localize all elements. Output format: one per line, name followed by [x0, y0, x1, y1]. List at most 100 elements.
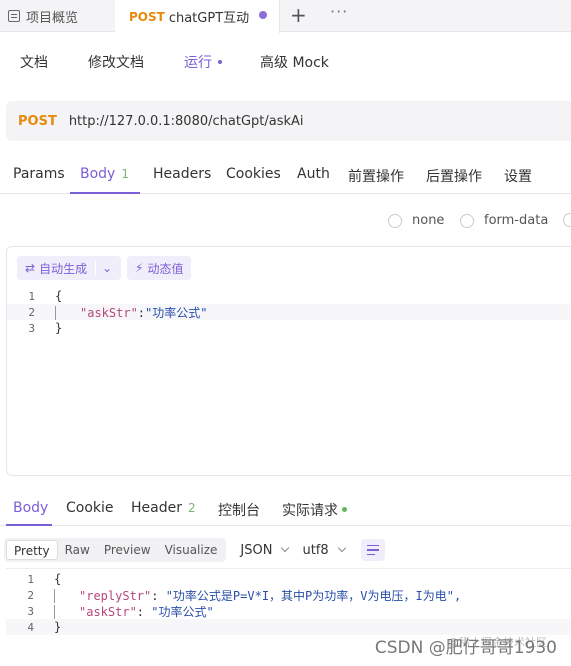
dynamic-value-button[interactable]: ⚡ 动态值 [127, 256, 192, 280]
radio-none-label: none [412, 213, 445, 228]
auto-generate-label: 自动生成 [39, 261, 88, 276]
code-line: 2 "askStr":"功率公式" [7, 304, 571, 320]
line-number: 1 [27, 572, 34, 586]
body-count-badge: 1 [121, 167, 129, 181]
resp-tab-header[interactable]: Header 2 [131, 500, 196, 516]
watermark: CSDN @肥仔哥哥1930 [374, 638, 557, 658]
radio-circle-icon [563, 213, 571, 227]
tab-title-label: chatGPT互动 [168, 11, 250, 26]
status-dot-icon [342, 507, 347, 512]
resp-tab-actual-label: 实际请求 [282, 503, 338, 519]
code-text: "askStr": "功率公式" [36, 603, 214, 620]
line-number: 3 [28, 321, 35, 335]
method-select[interactable]: POST [18, 114, 57, 129]
tab-method-label: POST [129, 9, 165, 24]
tab-auth[interactable]: Auth [297, 166, 330, 182]
code-text: } [54, 620, 62, 634]
format-type-value: JSON [240, 542, 273, 558]
radio-form-data[interactable]: form-data [460, 213, 548, 228]
resp-tab-cookie[interactable]: Cookie [66, 500, 114, 516]
encoding-select[interactable]: utf8 [302, 542, 346, 558]
encoding-value: utf8 [302, 542, 329, 558]
format-raw[interactable]: Raw [58, 540, 97, 560]
radio-none[interactable]: none [388, 213, 444, 228]
line-number: 3 [27, 604, 34, 618]
document-tab-bar: 项目概览 POST chatGPT互动 + ··· [0, 0, 571, 33]
active-tab-indicator [70, 192, 140, 194]
json-key: "askStr" [80, 305, 138, 320]
resp-tab-console[interactable]: 控制台 [218, 500, 260, 520]
unsaved-dot-icon [259, 11, 267, 19]
code-line: 2 "replyStr": "功率公式是P=V*I，其中P为功率，V为电压，I为… [6, 587, 571, 603]
dynamic-value-label: 动态值 [147, 261, 184, 276]
chevron-down-icon [337, 543, 346, 553]
tab-post-operation[interactable]: 后置操作 [426, 166, 482, 186]
active-dot-icon [218, 59, 222, 64]
resp-tab-body[interactable]: Body [13, 500, 48, 516]
line-number: 4 [27, 620, 34, 634]
tab-doc[interactable]: 文档 [20, 52, 48, 72]
code-line: 1 { [6, 571, 571, 587]
wrap-icon-line [366, 553, 375, 556]
request-tabs: Params Body 1 Headers Cookies Auth 前置操作 后… [0, 160, 571, 194]
code-line: 3 } [7, 320, 571, 336]
more-tabs-button[interactable]: ··· [330, 2, 348, 21]
tab-advanced-mock[interactable]: 高级 Mock [260, 52, 329, 72]
tab-headers[interactable]: Headers [153, 166, 211, 182]
response-active-indicator [6, 524, 52, 526]
tab-chatgpt-request[interactable]: POST chatGPT互动 [115, 0, 280, 33]
chevron-down-icon [281, 543, 290, 553]
tab-body[interactable]: Body 1 [80, 166, 129, 182]
tab-settings[interactable]: 设置 [504, 166, 532, 186]
overview-icon [8, 10, 20, 22]
tab-run-label: 运行 [184, 55, 212, 71]
line-number: 2 [27, 588, 34, 602]
format-type-select[interactable]: JSON [240, 542, 290, 558]
auto-generate-button[interactable]: ⇄ 自动生成 ⌄ [17, 256, 121, 280]
tab-params[interactable]: Params [13, 166, 65, 182]
tab-body-label: Body [80, 166, 116, 182]
tab-cookies[interactable]: Cookies [226, 166, 281, 182]
radio-more[interactable] [563, 213, 571, 227]
json-key: "askStr" [79, 604, 137, 619]
json-value: "功率公式" [151, 604, 214, 619]
add-tab-button[interactable]: + [290, 4, 307, 26]
api-mode-tabs: 文档 修改文档 运行 高级 Mock [0, 52, 571, 76]
format-preview[interactable]: Preview [97, 540, 158, 560]
code-text: "replyStr": "功率公式是P=V*I，其中P为功率，V为电压，I为电"… [36, 587, 461, 604]
code-text: { [54, 572, 62, 586]
resp-tab-header-label: Header [131, 500, 182, 516]
refresh-icon: ⇄ [25, 261, 36, 275]
code-text: } [55, 321, 63, 335]
json-value: "功率公式是P=V*I，其中P为功率，V为电压，I为电", [165, 588, 462, 603]
response-tabs: Body Cookie Header 2 控制台 实际请求 [0, 490, 571, 526]
tab-run[interactable]: 运行 [184, 52, 222, 72]
url-input[interactable]: http://127.0.0.1:8080/chatGpt/askAi [69, 114, 304, 129]
line-number: 1 [28, 289, 35, 303]
json-key: "replyStr" [79, 588, 152, 603]
wrap-lines-button[interactable] [360, 539, 385, 561]
code-text: "askStr":"功率公式" [37, 304, 207, 321]
tab-project-overview[interactable]: 项目概览 [0, 0, 115, 32]
radio-circle-icon [460, 213, 474, 228]
format-segmented-control: Pretty Raw Preview Visualize [4, 538, 227, 562]
request-body-editor[interactable]: ⇄ 自动生成 ⌄ ⚡ 动态值 1 { 2 "askStr":"功率公式" 3 } [6, 246, 571, 476]
magic-wand-icon: ⚡ [135, 261, 144, 275]
header-count-badge: 2 [187, 501, 196, 515]
json-colon: : [137, 305, 146, 320]
code-line: 1 { [7, 288, 571, 304]
tab-pre-operation[interactable]: 前置操作 [348, 166, 404, 186]
wrap-icon [366, 544, 379, 547]
code-line: 3 "askStr": "功率公式" [6, 603, 571, 619]
line-number: 2 [28, 305, 35, 319]
response-format-bar: Pretty Raw Preview Visualize JSON utf8 [4, 537, 385, 563]
tab-edit-doc[interactable]: 修改文档 [88, 52, 144, 72]
wrap-icon-line [366, 549, 379, 551]
radio-circle-icon [388, 213, 402, 228]
code-text: { [55, 289, 63, 303]
resp-tab-actual-request[interactable]: 实际请求 [282, 500, 347, 520]
tab-project-overview-label: 项目概览 [26, 10, 79, 26]
format-visualize[interactable]: Visualize [158, 540, 225, 560]
radio-form-data-label: form-data [484, 213, 549, 228]
format-pretty[interactable]: Pretty [6, 540, 58, 560]
